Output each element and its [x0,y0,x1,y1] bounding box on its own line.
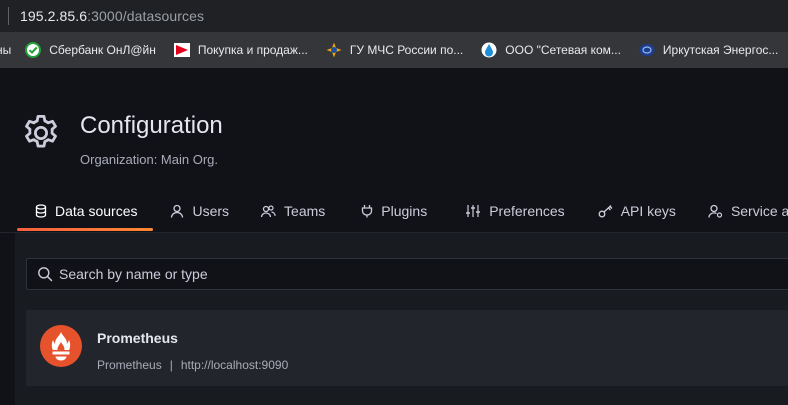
meta-separator: | [169,358,173,372]
tab-label: API keys [620,203,676,219]
sliders-icon [466,205,481,217]
page-header: Configuration Organization: Main Org. [20,112,223,167]
prometheus-logo-icon [40,325,82,367]
sberbank-icon [25,42,42,58]
browser-address-bar[interactable]: 195.2.85.6:3000/datasources [0,0,788,32]
users-icon [260,205,276,218]
bookmark-item[interactable]: ны [0,43,11,57]
bookmark-label: ны [0,43,12,57]
plug-icon [362,205,373,218]
tab-label: Teams [284,203,326,219]
datasource-info: Prometheus Prometheus | http://localhost:9… [97,310,288,386]
url-path: :3000/datasources [87,8,205,24]
drop-emblem-icon [481,42,497,58]
tab-plugins[interactable]: Plugins [361,193,427,229]
bookmark-item[interactable]: Сбербанк ОнЛ@йн [25,42,156,58]
energy-logo-icon [639,44,655,56]
tab-label: Preferences [489,203,565,219]
gear-icon [25,114,57,148]
bookmark-item[interactable]: ООО "Сетевая ком... [481,42,621,58]
bookmark-label: ГУ МЧС России по... [349,43,464,57]
configuration-page: Configuration Organization: Main Org. Da… [0,68,788,405]
tab-label: Data sources [55,203,138,219]
tab-preferences[interactable]: Preferences [465,193,565,229]
config-tabs: Data sources Users Teams Plugins Prefere… [0,193,788,233]
bookmark-item[interactable]: ГУ МЧС России по... [326,42,463,58]
bookmark-item[interactable]: Покупка и продаж... [173,42,308,58]
search-icon [38,267,53,282]
tab-users[interactable]: Users [170,193,229,229]
datasource-name[interactable]: Prometheus [97,330,288,346]
page-title: Configuration [80,112,223,139]
user-gear-icon [708,204,723,218]
datasource-meta: Prometheus | http://localhost:9090 [97,358,288,372]
key-icon [598,205,613,218]
tab-teams[interactable]: Teams [260,193,325,229]
search-input[interactable] [59,266,759,282]
bookmark-label: Сбербанк ОнЛ@йн [49,43,156,57]
datasource-url: http://localhost:9090 [180,358,289,372]
tab-label: Plugins [381,203,428,219]
tab-data-sources[interactable]: Data sources [17,193,154,231]
tab-label: Service a [730,203,788,219]
page-subtitle: Organization: Main Org. [80,152,219,167]
datasource-type: Prometheus [97,358,162,372]
bookmarks-bar: ны Сбербанк ОнЛ@йн Покупка и продаж... Г… [0,32,788,68]
bookmark-label: Покупка и продаж... [197,43,308,57]
address-divider [8,7,9,25]
mchs-emblem-icon [326,42,342,58]
bookmark-label: ООО "Сетевая ком... [505,43,621,57]
database-icon [35,204,47,218]
user-icon [171,204,184,218]
bookmark-label: Иркутская Энергос... [662,43,779,57]
bookmark-item[interactable]: Иркутская Энергос... [639,42,778,58]
datasource-card[interactable]: Prometheus Prometheus | http://localhost:9… [26,310,788,386]
datasources-panel: Prometheus Prometheus | http://localhost:9… [15,233,788,405]
tab-service-accounts[interactable]: Service a [708,193,788,229]
url-host: 195.2.85.6 [20,8,88,24]
tab-label: Users [192,203,230,219]
tab-api-keys[interactable]: API keys [598,193,676,229]
url-text[interactable]: 195.2.85.6:3000/datasources [20,8,204,24]
search-box[interactable] [26,258,788,290]
red-arrow-icon [173,43,190,57]
